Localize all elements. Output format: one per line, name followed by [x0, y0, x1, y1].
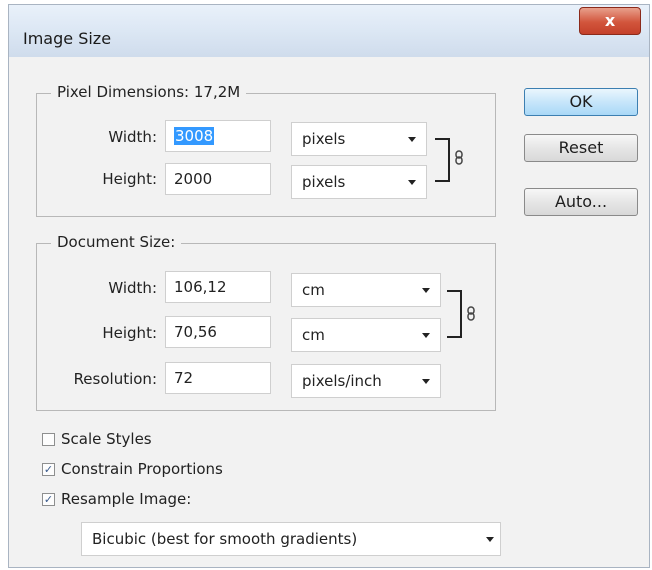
document-width-input[interactable]: 106,12: [165, 271, 271, 303]
scale-styles-label: Scale Styles: [61, 430, 152, 448]
dialog-content: Pixel Dimensions: 17,2M Width: 3008 pixe…: [9, 57, 649, 567]
resolution-value: 72: [174, 369, 194, 387]
resolution-input[interactable]: 72: [165, 362, 271, 394]
window-title: Image Size: [23, 29, 112, 48]
resolution-label: Resolution:: [73, 370, 157, 388]
pixel-dimensions-group: Pixel Dimensions: 17,2M: [36, 83, 496, 217]
auto-button[interactable]: Auto...: [524, 188, 638, 216]
link-icon: [447, 290, 475, 338]
pixel-dimensions-size: 17,2M: [193, 83, 241, 101]
resolution-unit: pixels/inch: [302, 372, 382, 390]
pixel-width-input[interactable]: 3008: [165, 120, 271, 152]
chevron-down-icon: [422, 333, 430, 338]
chevron-down-icon: [422, 288, 430, 293]
document-size-header: Document Size:: [51, 233, 182, 251]
document-width-unit: cm: [302, 281, 325, 299]
document-size-label: Document Size:: [57, 233, 176, 251]
document-width-unit-select[interactable]: cm: [291, 273, 441, 307]
pixel-height-value: 2000: [174, 170, 213, 188]
close-button[interactable]: x: [579, 7, 641, 35]
document-height-label: Height:: [102, 324, 157, 342]
pixel-height-unit-select[interactable]: pixels: [291, 165, 427, 199]
document-height-value: 70,56: [174, 323, 217, 341]
resample-image-checkbox[interactable]: ✓: [42, 493, 55, 506]
image-size-dialog: Image Size x Pixel Dimensions: 17,2M Wid…: [8, 4, 650, 568]
close-icon: x: [604, 11, 616, 30]
link-icon: [435, 138, 463, 182]
chevron-down-icon: [486, 537, 494, 542]
chevron-down-icon: [422, 379, 430, 384]
document-width-value: 106,12: [174, 278, 227, 296]
resample-method: Bicubic (best for smooth gradients): [92, 530, 358, 548]
pixel-dimensions-header: Pixel Dimensions: 17,2M: [51, 83, 247, 101]
pixel-width-value: 3008: [174, 127, 215, 145]
resolution-unit-select[interactable]: pixels/inch: [291, 364, 441, 398]
ok-button[interactable]: OK: [524, 88, 638, 116]
pixel-width-unit-select[interactable]: pixels: [291, 122, 427, 156]
title-bar: Image Size x: [9, 5, 649, 57]
constrain-proportions-label: Constrain Proportions: [61, 460, 223, 478]
document-height-unit-select[interactable]: cm: [291, 318, 441, 352]
chevron-down-icon: [408, 137, 416, 142]
chevron-down-icon: [408, 180, 416, 185]
reset-button[interactable]: Reset: [524, 134, 638, 162]
constrain-proportions-checkbox[interactable]: ✓: [42, 463, 55, 476]
document-height-input[interactable]: 70,56: [165, 316, 271, 348]
pixel-height-unit: pixels: [302, 173, 346, 191]
pixel-height-label: Height:: [102, 170, 157, 188]
resample-method-select[interactable]: Bicubic (best for smooth gradients): [81, 522, 501, 556]
resample-image-label: Resample Image:: [61, 490, 192, 508]
document-width-label: Width:: [108, 279, 157, 297]
pixel-width-unit: pixels: [302, 130, 346, 148]
pixel-height-input[interactable]: 2000: [165, 163, 271, 195]
document-height-unit: cm: [302, 326, 325, 344]
pixel-width-label: Width:: [108, 128, 157, 146]
scale-styles-checkbox[interactable]: [42, 433, 55, 446]
checkmark-icon: ✓: [43, 463, 54, 476]
pixel-dimensions-label: Pixel Dimensions:: [57, 83, 190, 101]
checkmark-icon: ✓: [43, 493, 54, 506]
